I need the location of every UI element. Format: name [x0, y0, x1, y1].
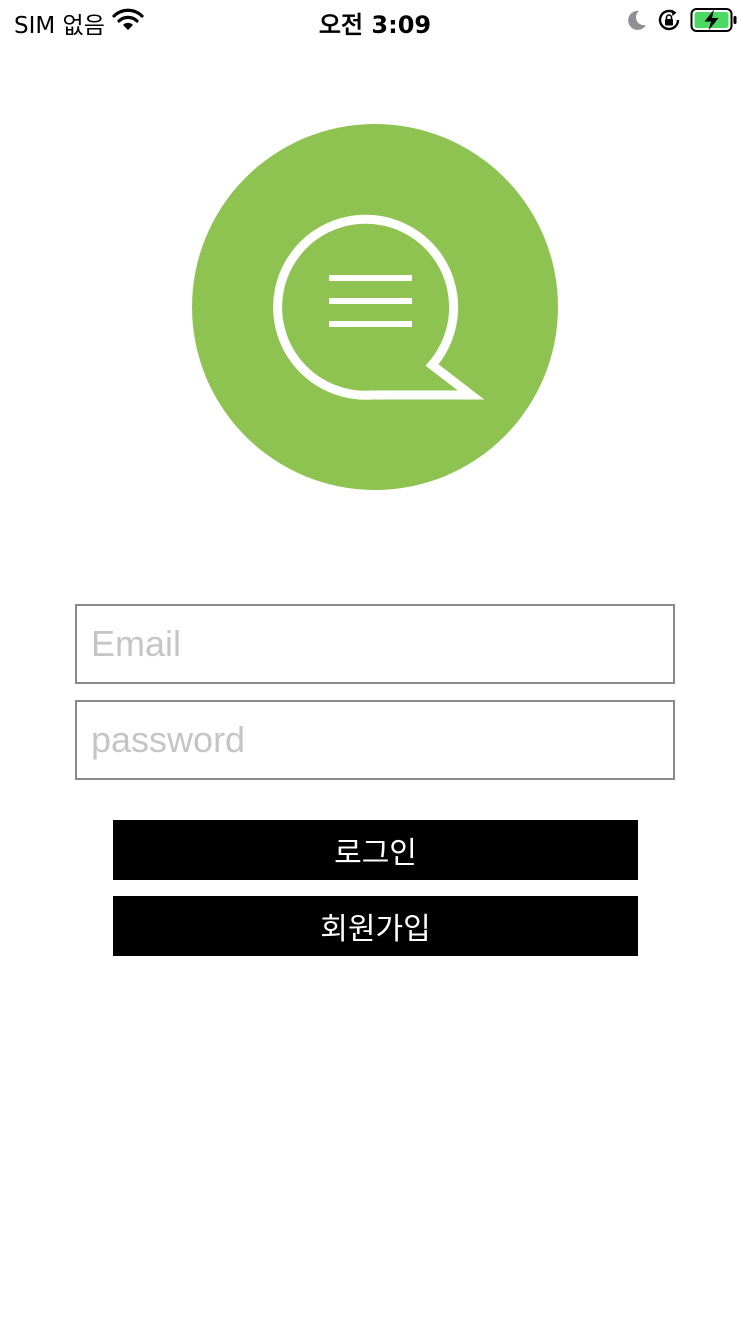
- lock-rotation-icon: [657, 8, 681, 32]
- battery-charging-icon: [690, 7, 738, 33]
- login-button[interactable]: 로그인: [113, 820, 638, 880]
- chat-bubble-icon: [192, 124, 558, 490]
- moon-icon: [626, 9, 648, 31]
- app-logo: [192, 124, 558, 490]
- signup-button[interactable]: 회원가입: [113, 896, 638, 956]
- email-field[interactable]: [75, 604, 675, 684]
- status-bar: SIM 없음 오전 3:09: [0, 0, 750, 40]
- password-field[interactable]: [75, 700, 675, 780]
